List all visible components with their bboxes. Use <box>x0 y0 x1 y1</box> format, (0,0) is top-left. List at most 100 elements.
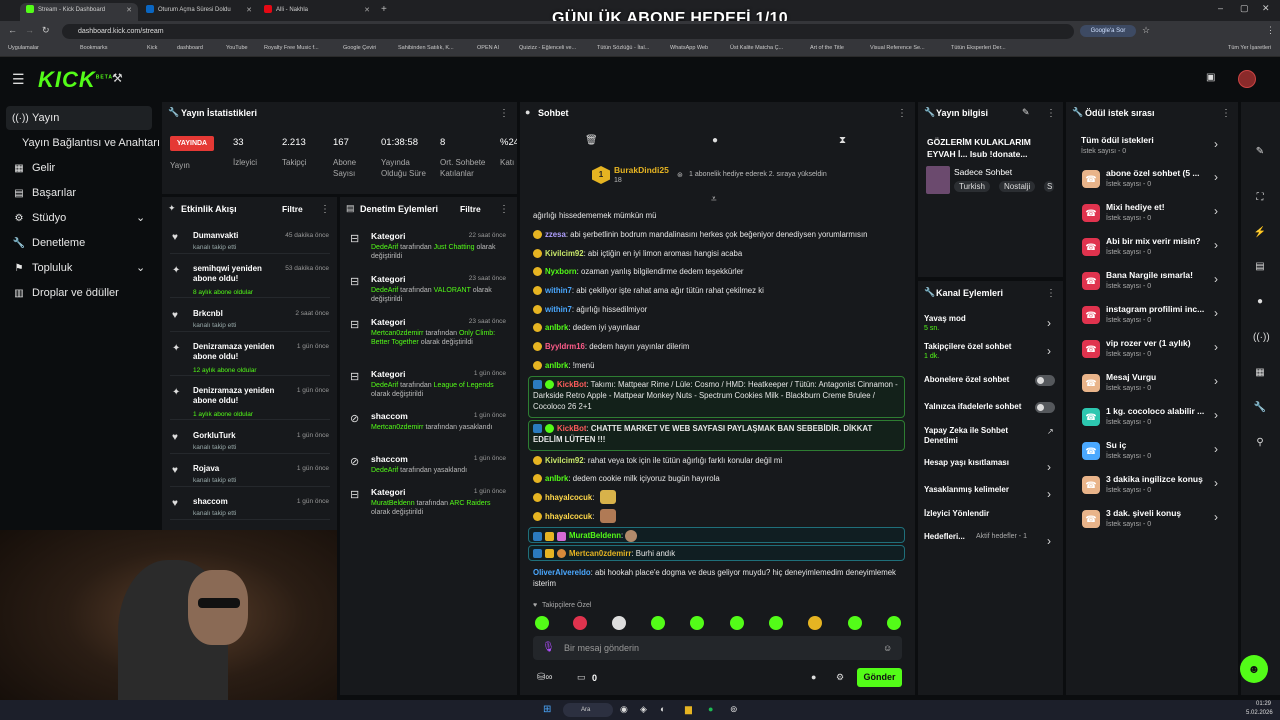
taskbar-search[interactable]: Ara <box>563 703 613 717</box>
app-icon[interactable]: ◈ <box>640 704 647 715</box>
chevron-right-icon[interactable]: › <box>1047 344 1051 358</box>
category-name[interactable]: Sadece Sohbet <box>954 167 1012 177</box>
star-bookmark-icon[interactable]: ☆ <box>1142 26 1150 35</box>
mod-user[interactable]: Mertcan0zdemirr <box>371 424 424 431</box>
bookmark-link[interactable]: Uygulamalar <box>8 45 39 51</box>
tag[interactable]: Nostalji <box>999 181 1036 192</box>
toggle-switch[interactable] <box>1035 375 1055 386</box>
reward-label[interactable]: vip rozer ver (1 aylık) <box>1106 338 1214 348</box>
channel-action-label[interactable]: Abonelere özel sohbet <box>924 375 1034 385</box>
chevron-right-icon[interactable]: › <box>1214 374 1218 388</box>
mod-user[interactable]: DedeArif <box>371 382 398 389</box>
channel-action-label[interactable]: İzleyici Yönlendir <box>924 509 1034 519</box>
channel-action-label[interactable]: Yavaş mod <box>924 314 1034 324</box>
emoji-icon[interactable]: ☺ <box>883 643 892 653</box>
chevron-right-icon[interactable]: › <box>1214 306 1218 320</box>
crop-icon[interactable]: ⛶ <box>1253 192 1267 206</box>
channel-action-label[interactable]: Yapay Zeka ile Sohbet Denetimi <box>924 426 1034 446</box>
app-icon[interactable]: ◐ <box>660 704 665 714</box>
reward-label[interactable]: Su iç <box>1106 440 1214 450</box>
channel-action-label[interactable]: Takipçilere özel sohbet <box>924 342 1034 352</box>
bookmark-link[interactable]: Royalty Free Music f... <box>264 45 319 51</box>
chat-username[interactable]: zzesa <box>545 230 566 239</box>
nav-item-basarilar[interactable]: ▤ Başarılar <box>12 187 76 199</box>
bookmark-link[interactable]: Google Çeviri <box>343 45 376 51</box>
chevron-right-icon[interactable]: › <box>1214 340 1218 354</box>
chevron-right-icon[interactable]: › <box>1214 272 1218 286</box>
channel-action-label[interactable]: Yasaklanmış kelimeler <box>924 485 1034 495</box>
nav-item-yayin[interactable]: ((·)) Yayın <box>12 112 59 124</box>
close-tab-icon[interactable]: ✕ <box>126 3 132 18</box>
reward-label[interactable]: instagram profilimi inc... <box>1106 304 1214 314</box>
rewards-menu-icon[interactable]: ⋮ <box>1221 108 1231 119</box>
reward-label[interactable]: abone özel sohbet (5 ... <box>1106 168 1214 178</box>
expand-pinned-icon[interactable]: ⩡ <box>711 195 717 205</box>
activity-filter-button[interactable]: Filtre <box>282 204 303 214</box>
minimize-icon[interactable]: – <box>1218 4 1223 13</box>
tab-kick-dashboard[interactable]: Stream - Kick Dashboard ✕ <box>20 3 138 21</box>
close-window-icon[interactable]: ✕ <box>1262 4 1270 13</box>
chat-username[interactable]: Byyldrm16 <box>545 342 585 351</box>
broadcast-icon[interactable]: ((·)) <box>1253 332 1270 346</box>
steam-icon[interactable]: ⊚ <box>730 704 738 715</box>
toggle-switch[interactable] <box>1035 402 1055 413</box>
emote-quick-icon[interactable] <box>573 616 587 630</box>
hammer-mod-icon[interactable]: ⚒ <box>112 72 123 84</box>
new-tab-icon[interactable]: + <box>381 5 387 15</box>
stream-info-menu-icon[interactable]: ⋮ <box>1046 108 1056 119</box>
user-avatar[interactable] <box>1238 70 1256 88</box>
chevron-right-icon[interactable]: › <box>1214 408 1218 422</box>
pencil-icon[interactable]: ✎ <box>1253 146 1267 160</box>
all-bookmarks-link[interactable]: Tüm Yer İşaretleri <box>1228 45 1271 51</box>
bookmark-link[interactable]: Tütün Sözlüğü - İtal... <box>597 45 649 51</box>
mic-icon[interactable]: 🎙 <box>542 642 555 653</box>
bookmark-link[interactable]: Kick <box>147 45 157 51</box>
nav-item-topluluk[interactable]: ⚑ Topluluk ⌄ <box>12 262 146 274</box>
stats-menu-icon[interactable]: ⋮ <box>499 108 509 119</box>
reward-label[interactable]: Mixi hediye et! <box>1106 202 1214 212</box>
browser-menu-icon[interactable]: ⋮ <box>1266 26 1275 35</box>
bookmark-link[interactable]: Art of the Title <box>810 45 844 51</box>
chat-username[interactable]: Kivilcim92 <box>545 249 584 258</box>
lightning-icon[interactable]: ⚡ <box>1253 227 1267 241</box>
chat-menu-icon[interactable]: ⋮ <box>897 108 907 119</box>
chevron-right-icon[interactable]: › <box>1214 476 1218 490</box>
chevron-right-icon[interactable]: › <box>1214 510 1218 524</box>
chevron-right-icon[interactable]: › <box>1047 487 1051 501</box>
trash-icon[interactable]: 🗑 <box>585 136 598 146</box>
forward-icon[interactable]: → <box>25 26 34 35</box>
url-input[interactable]: dashboard.kick.com/stream <box>62 24 1074 39</box>
channel-action-label[interactable]: Hesap yaşı kısıtlaması <box>924 458 1034 468</box>
reload-icon[interactable]: ↻ <box>42 26 50 35</box>
reward-label[interactable]: 1 kg. cocoloco alabilir ... <box>1106 406 1214 416</box>
external-link-icon[interactable]: ↗ <box>1047 427 1054 436</box>
bookmark-link[interactable]: Bookmarks <box>80 45 108 51</box>
wrench-icon[interactable]: 🔧 <box>1253 402 1267 416</box>
mod-user[interactable]: MuratBeldenn <box>371 500 415 507</box>
chevron-right-icon[interactable]: › <box>1047 316 1051 330</box>
chevron-right-icon[interactable]: › <box>1214 238 1218 252</box>
nav-item-denetleme[interactable]: 🔧 Denetleme <box>12 237 85 249</box>
mod-user[interactable]: DedeArif <box>371 244 398 251</box>
support-chat-icon[interactable]: ☻ <box>1240 655 1268 683</box>
nav-item-studyo[interactable]: ⚙ Stüdyo ⌄ <box>12 212 146 224</box>
pinned-username[interactable]: BurakDindi25 <box>614 165 669 175</box>
close-tab-icon[interactable]: ✕ <box>364 3 370 18</box>
bookmark-link[interactable]: dashboard <box>177 45 203 51</box>
channel-action-label[interactable]: Yalnızca ifadelerle sohbet <box>924 402 1034 412</box>
chat-bubble-icon[interactable]: ● <box>712 136 718 146</box>
display-toggle-icon[interactable]: ▣ <box>1206 73 1215 83</box>
chevron-right-icon[interactable]: › <box>1214 137 1218 151</box>
chrome-icon[interactable]: ◉ <box>620 704 628 715</box>
nav-item-stream-key[interactable]: Yayın Bağlantısı ve Anahtarı <box>22 137 160 149</box>
hourglass-icon[interactable]: ⧗ <box>839 136 846 146</box>
mod-user[interactable]: Mertcan0zdemirr <box>371 330 424 337</box>
mod-user[interactable]: DedeArif <box>371 287 398 294</box>
reward-label[interactable]: 3 dak. şiveli konuş <box>1106 508 1214 518</box>
kick-logo[interactable]: KICKBETA <box>38 67 113 93</box>
reward-label[interactable]: Abi bir mix verir misin? <box>1106 236 1214 246</box>
bot-username[interactable]: KickBot <box>557 380 586 389</box>
google-ask-button[interactable]: Google'a Sor <box>1080 25 1136 37</box>
send-button[interactable]: Gönder <box>857 668 902 687</box>
emote-quick-icon[interactable] <box>887 616 901 630</box>
